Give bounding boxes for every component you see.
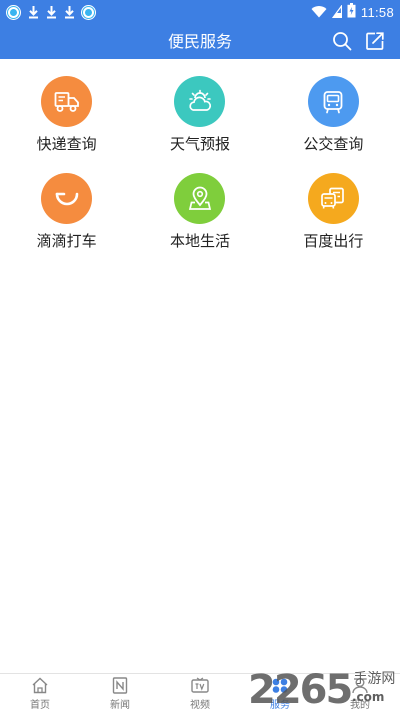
wifi-icon <box>311 3 327 22</box>
delivery-truck-icon <box>54 91 79 112</box>
didi-icon <box>55 192 78 205</box>
status-bar: 11:58 <box>0 0 400 24</box>
tv-icon <box>191 677 209 694</box>
service-local-life[interactable]: 本地生活 <box>133 156 266 253</box>
service-label: 公交查询 <box>303 135 364 153</box>
tab-label: 首页 <box>30 700 50 710</box>
tab-label: 视频 <box>190 700 210 710</box>
location-pin-icon <box>188 186 212 210</box>
service-icon-circle <box>41 173 93 224</box>
service-icon-circle <box>307 173 359 224</box>
tab-home[interactable]: 首页 <box>0 674 80 710</box>
battery-icon <box>347 2 356 22</box>
service-icon-circle <box>307 76 359 127</box>
tab-video[interactable]: 视频 <box>160 674 240 710</box>
weather-icon <box>189 89 212 111</box>
status-time: 11:58 <box>360 4 394 20</box>
service-icon <box>271 677 289 694</box>
tab-news[interactable]: 新闻 <box>80 674 160 710</box>
download-icon <box>63 5 75 20</box>
service-label: 本地生活 <box>169 232 230 250</box>
download-icon <box>45 5 57 20</box>
profile-icon <box>351 677 369 694</box>
service-label: 天气预报 <box>169 135 230 153</box>
service-baidu-travel[interactable]: 百度出行 <box>267 156 400 253</box>
service-express-query[interactable]: 快递查询 <box>0 59 133 156</box>
tab-service[interactable]: 服务 <box>240 674 320 710</box>
service-icon-circle <box>41 76 93 127</box>
status-left-icons <box>6 4 96 20</box>
share-icon <box>366 32 384 50</box>
status-right-icons: 11:58 <box>311 2 394 22</box>
service-bus-query[interactable]: 公交查询 <box>267 59 400 156</box>
app-icon <box>6 4 21 20</box>
service-weather-forecast[interactable]: 天气预报 <box>133 59 266 156</box>
signal-icon <box>331 3 343 22</box>
tab-label: 新闻 <box>110 700 130 710</box>
bus-icon <box>323 90 343 113</box>
header: 便民服务 <box>0 24 400 59</box>
app-icon <box>81 4 96 20</box>
service-label: 滴滴打车 <box>36 232 97 250</box>
download-icon <box>27 5 39 20</box>
news-icon <box>111 677 129 694</box>
tab-label: 服务 <box>270 700 290 710</box>
service-didi-taxi[interactable]: 滴滴打车 <box>0 156 133 253</box>
service-label: 百度出行 <box>303 232 364 250</box>
tab-profile[interactable]: 我的 <box>320 674 400 710</box>
home-icon <box>31 677 49 694</box>
service-label: 快递查询 <box>36 135 97 153</box>
service-icon-circle <box>174 173 226 224</box>
service-icon-circle <box>174 76 226 127</box>
service-grid: 快递查询 天气预报 公交查询 滴滴打车 本地生活 百度出行 <box>0 59 400 253</box>
tab-label: 我的 <box>350 700 370 710</box>
share-button[interactable] <box>364 30 386 52</box>
bottom-tab-bar: 首页 新闻 视频 服务 我的 <box>0 673 400 710</box>
search-button[interactable] <box>331 30 353 52</box>
search-icon <box>333 32 352 51</box>
travel-icon <box>321 187 345 209</box>
